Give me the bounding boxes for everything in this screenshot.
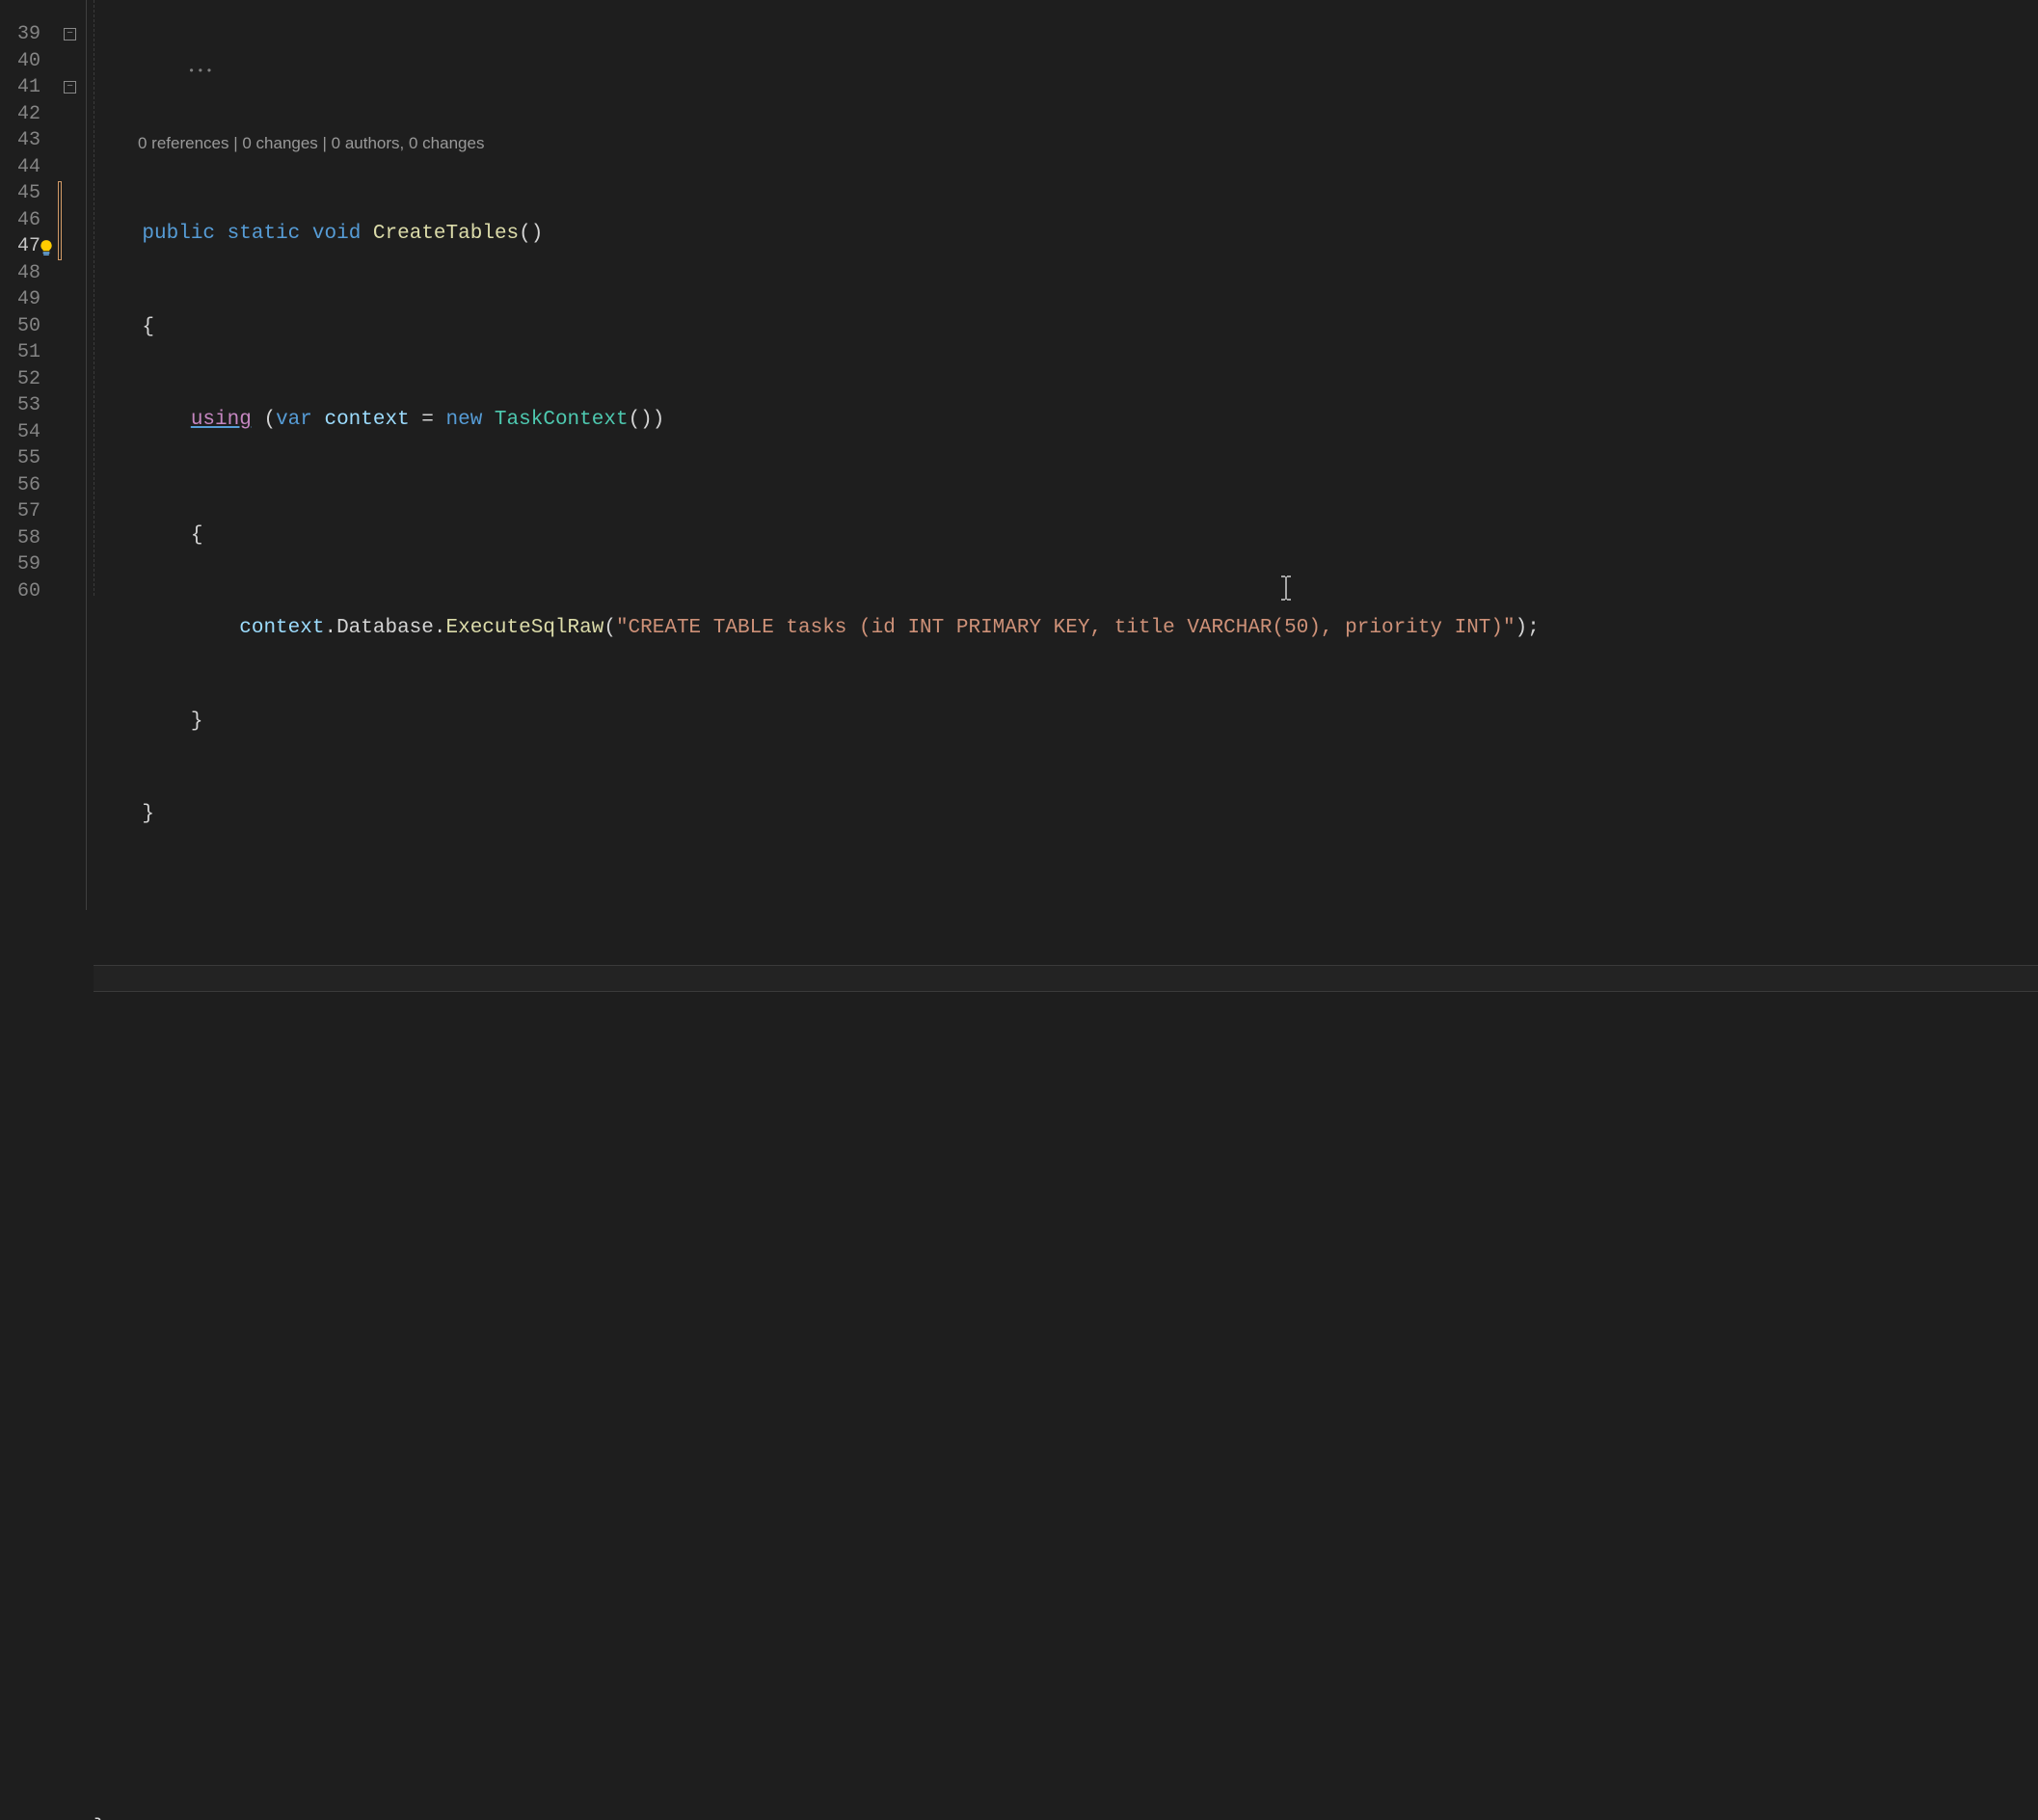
code-line-55[interactable]: [94, 1532, 2038, 1559]
code-line-43[interactable]: context.Database.ExecuteSqlRaw("CREATE T…: [94, 615, 2038, 642]
inline-hint-dots: •••: [188, 65, 215, 78]
line-number-gutter: 39 40 41 42 43 44 45 46 47 48 49 50 51 5…: [0, 0, 58, 910]
code-line-49[interactable]: [94, 1107, 2038, 1134]
line-number: 50: [0, 313, 58, 340]
lightbulb-icon[interactable]: [38, 239, 55, 256]
line-number: 58: [0, 525, 58, 552]
code-editor[interactable]: 39 40 41 42 43 44 45 46 47 48 49 50 51 5…: [0, 0, 2038, 910]
code-line-47-current[interactable]: [94, 965, 2038, 992]
code-line-57[interactable]: [94, 1673, 2038, 1700]
line-number: 44: [0, 154, 58, 181]
line-number: 53: [0, 392, 58, 419]
code-line-53[interactable]: [94, 1390, 2038, 1417]
modified-indicator: [58, 181, 62, 260]
line-number: 40: [0, 48, 58, 75]
line-number: 52: [0, 366, 58, 393]
line-number: 51: [0, 339, 58, 366]
line-number: 57: [0, 498, 58, 525]
line-number: 54: [0, 419, 58, 446]
code-line-48[interactable]: [94, 1036, 2038, 1063]
code-line-45[interactable]: }: [94, 801, 2038, 828]
code-line-50[interactable]: [94, 1178, 2038, 1205]
code-line-39[interactable]: public static void CreateTables(): [94, 221, 2038, 248]
line-number: 48: [0, 260, 58, 287]
code-line-40[interactable]: {: [94, 314, 2038, 341]
code-line-46[interactable]: [94, 895, 2038, 922]
code-line-56[interactable]: [94, 1603, 2038, 1630]
line-number: 56: [0, 472, 58, 499]
fold-column: [63, 0, 80, 910]
line-number: 43: [0, 127, 58, 154]
code-line-44[interactable]: }: [94, 709, 2038, 736]
code-area[interactable]: 0 references | 0 changes | 0 authors, 0 …: [94, 0, 2038, 910]
line-number: 41: [0, 74, 58, 101]
line-number: 45: [0, 180, 58, 207]
code-line-42[interactable]: {: [94, 522, 2038, 549]
codelens-text[interactable]: 0 references | 0 changes | 0 authors, 0 …: [94, 133, 2038, 154]
code-line-54[interactable]: [94, 1461, 2038, 1488]
line-number: 55: [0, 445, 58, 472]
line-number: 39: [0, 21, 58, 48]
line-number: 60: [0, 578, 58, 605]
code-line-59[interactable]: }: [94, 1815, 2038, 1820]
line-number: 59: [0, 551, 58, 578]
line-number: 49: [0, 286, 58, 313]
fold-toggle-icon[interactable]: [64, 28, 76, 40]
code-line-58[interactable]: [94, 1745, 2038, 1772]
code-line-52[interactable]: [94, 1320, 2038, 1347]
line-number: 42: [0, 101, 58, 128]
fold-toggle-icon[interactable]: [64, 81, 76, 94]
line-number: 46: [0, 207, 58, 234]
indent-guide-column: [80, 0, 94, 910]
code-line-41[interactable]: using (var context = new TaskContext()): [94, 407, 2038, 434]
code-line-51[interactable]: [94, 1248, 2038, 1275]
